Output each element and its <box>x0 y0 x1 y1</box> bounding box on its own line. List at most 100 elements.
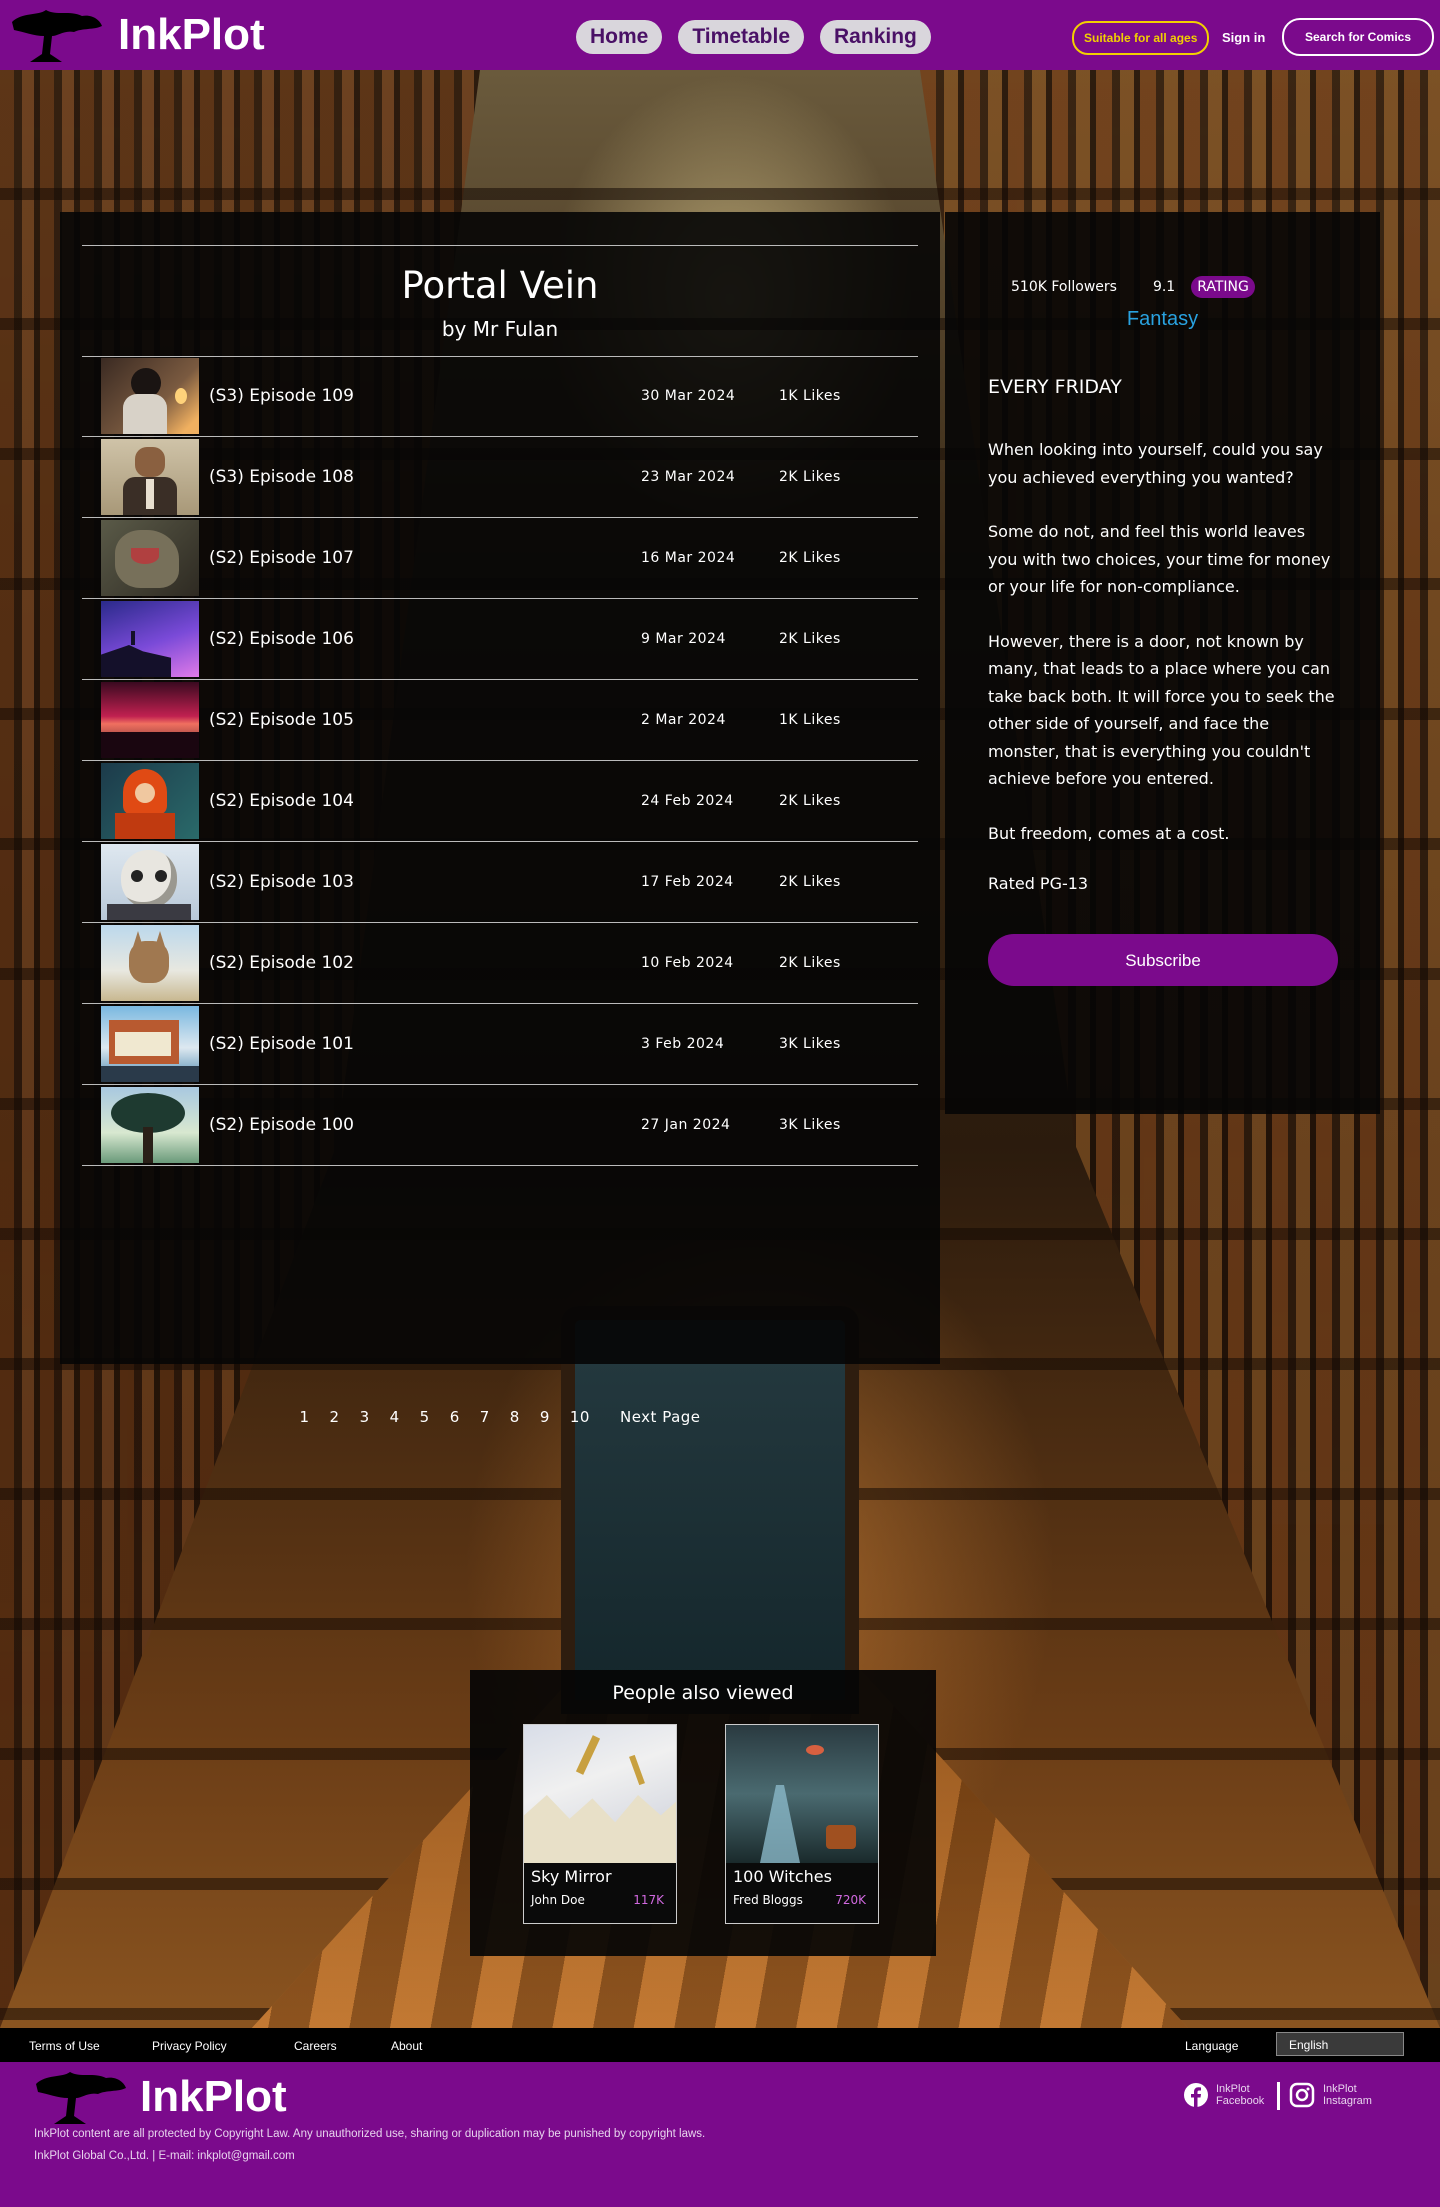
page-10-link[interactable]: 10 <box>570 1408 590 1426</box>
facebook-link[interactable]: InkPlot Facebook <box>1183 2082 1264 2108</box>
episode-likes: 2K Likes <box>779 469 841 485</box>
episode-row[interactable]: (S2) Episode 107 16 Mar 2024 2K Likes <box>82 518 918 599</box>
nav-home-button[interactable]: Home <box>576 20 663 54</box>
episode-title: (S2) Episode 101 <box>209 1034 354 1054</box>
social-divider <box>1277 2082 1280 2110</box>
episode-thumbnail <box>101 925 199 1001</box>
episode-likes: 3K Likes <box>779 1117 841 1133</box>
pagination: 1 2 3 4 5 6 7 8 9 10 Next Page <box>60 1408 940 1426</box>
people-also-viewed: People also viewed Sky Mirror John Doe 1… <box>470 1670 936 1956</box>
rating-score: 9.1 <box>1152 279 1176 295</box>
instagram-icon <box>1289 2082 1315 2108</box>
page-9-link[interactable]: 9 <box>540 1408 550 1426</box>
episode-likes: 2K Likes <box>779 874 841 890</box>
careers-link[interactable]: Careers <box>294 2039 337 2053</box>
episode-likes: 3K Likes <box>779 1036 841 1052</box>
footer-logo[interactable]: InkPlot <box>32 2068 287 2126</box>
instagram-label-line2: Instagram <box>1323 2095 1372 2107</box>
series-description: When looking into yourself, could you sa… <box>988 436 1338 874</box>
episode-likes: 2K Likes <box>779 955 841 971</box>
footer-brand-name: InkPlot <box>140 2072 287 2121</box>
content-rating: Rated PG-13 <box>988 874 1089 893</box>
episode-title: (S2) Episode 104 <box>209 791 354 811</box>
episode-row[interactable]: (S3) Episode 108 23 Mar 2024 2K Likes <box>82 437 918 518</box>
subscribe-button[interactable]: Subscribe <box>988 934 1338 986</box>
age-rating-badge: Suitable for all ages <box>1072 21 1210 55</box>
page-5-link[interactable]: 5 <box>420 1408 430 1426</box>
episode-date: 2 Mar 2024 <box>641 712 726 728</box>
episode-row[interactable]: (S2) Episode 102 10 Feb 2024 2K Likes <box>82 923 918 1004</box>
episode-title: (S3) Episode 108 <box>209 467 354 487</box>
page-6-link[interactable]: 6 <box>450 1408 460 1426</box>
page-8-link[interactable]: 8 <box>510 1408 520 1426</box>
comic-cover <box>726 1725 878 1863</box>
episode-row[interactable]: (S2) Episode 106 9 Mar 2024 2K Likes <box>82 599 918 680</box>
library-door <box>575 1320 845 1700</box>
about-link[interactable]: About <box>391 2039 422 2053</box>
brand-logo[interactable]: InkPlot <box>8 6 265 64</box>
description-paragraph: But freedom, comes at a cost. <box>988 823 1230 843</box>
episode-title: (S2) Episode 100 <box>209 1115 354 1135</box>
description-paragraph: However, there is a door, not known by m… <box>988 631 1335 789</box>
episode-row[interactable]: (S2) Episode 100 27 Jan 2024 3K Likes <box>82 1085 918 1166</box>
also-viewed-title: People also viewed <box>612 1682 794 1704</box>
episode-likes: 2K Likes <box>779 793 841 809</box>
followers-count: 510K Followers <box>1011 279 1117 295</box>
episode-row[interactable]: (S3) Episode 109 30 Mar 2024 1K Likes <box>82 356 918 437</box>
page-2-link[interactable]: 2 <box>330 1408 340 1426</box>
main-nav: Home Timetable Ranking <box>576 20 931 54</box>
episode-row[interactable]: (S2) Episode 105 2 Mar 2024 1K Likes <box>82 680 918 761</box>
comic-title: 100 Witches <box>733 1867 832 1886</box>
episode-likes: 2K Likes <box>779 631 841 647</box>
instagram-link[interactable]: InkPlot Instagram <box>1289 2082 1372 2108</box>
episode-title: (S2) Episode 102 <box>209 953 354 973</box>
episode-title: (S3) Episode 109 <box>209 386 354 406</box>
episode-row[interactable]: (S2) Episode 101 3 Feb 2024 3K Likes <box>82 1004 918 1085</box>
signin-link[interactable]: Sign in <box>1222 30 1265 45</box>
facebook-icon <box>1184 2083 1208 2107</box>
next-page-link[interactable]: Next Page <box>620 1408 701 1426</box>
nav-ranking-button[interactable]: Ranking <box>820 20 931 54</box>
page-1-link[interactable]: 1 <box>299 1408 309 1426</box>
genre-link[interactable]: Fantasy <box>945 308 1380 331</box>
episode-date: 30 Mar 2024 <box>641 388 736 404</box>
search-comics-button[interactable]: Search for Comics <box>1282 18 1434 56</box>
episode-likes: 2K Likes <box>779 550 841 566</box>
comic-cover <box>524 1725 676 1863</box>
episode-date: 24 Feb 2024 <box>641 793 734 809</box>
episode-title: (S2) Episode 106 <box>209 629 354 649</box>
language-label: Language <box>1185 2039 1239 2053</box>
episode-thumbnail <box>101 358 199 434</box>
episode-row[interactable]: (S2) Episode 103 17 Feb 2024 2K Likes <box>82 842 918 923</box>
episode-thumbnail <box>101 844 199 920</box>
episode-title: (S2) Episode 107 <box>209 548 354 568</box>
page-4-link[interactable]: 4 <box>390 1408 400 1426</box>
privacy-link[interactable]: Privacy Policy <box>152 2039 227 2053</box>
comic-card[interactable]: Sky Mirror John Doe 117K <box>523 1724 677 1924</box>
page-7-link[interactable]: 7 <box>480 1408 490 1426</box>
nav-timetable-button[interactable]: Timetable <box>678 20 805 54</box>
company-info: InkPlot Global Co.,Ltd. | E-mail: inkplo… <box>34 2150 295 2162</box>
terms-link[interactable]: Terms of Use <box>29 2039 100 2053</box>
copyright-notice: InkPlot content are all protected by Cop… <box>34 2128 706 2140</box>
episode-thumbnail <box>101 601 199 677</box>
facebook-label-line1: InkPlot <box>1216 2083 1250 2095</box>
tree-logo-icon <box>12 10 102 62</box>
release-schedule: EVERY FRIDAY <box>988 376 1122 398</box>
facebook-label-line2: Facebook <box>1216 2095 1265 2107</box>
rating-badge: RATING <box>1191 276 1255 298</box>
language-select[interactable]: English <box>1276 2032 1404 2056</box>
episode-date: 3 Feb 2024 <box>641 1036 725 1052</box>
episode-thumbnail <box>101 763 199 839</box>
series-stats: 510K Followers 9.1 RATING <box>1011 276 1255 298</box>
episode-date: 9 Mar 2024 <box>641 631 726 647</box>
episode-date: 23 Mar 2024 <box>641 469 736 485</box>
page-3-link[interactable]: 3 <box>360 1408 370 1426</box>
episode-title: (S2) Episode 103 <box>209 872 354 892</box>
episode-row[interactable]: (S2) Episode 104 24 Feb 2024 2K Likes <box>82 761 918 842</box>
comic-card[interactable]: 100 Witches Fred Bloggs 720K <box>725 1724 879 1924</box>
episode-title: (S2) Episode 105 <box>209 710 354 730</box>
episode-date: 16 Mar 2024 <box>641 550 736 566</box>
top-header: InkPlot Home Timetable Ranking Suitable … <box>0 0 1440 70</box>
episode-date: 10 Feb 2024 <box>641 955 734 971</box>
